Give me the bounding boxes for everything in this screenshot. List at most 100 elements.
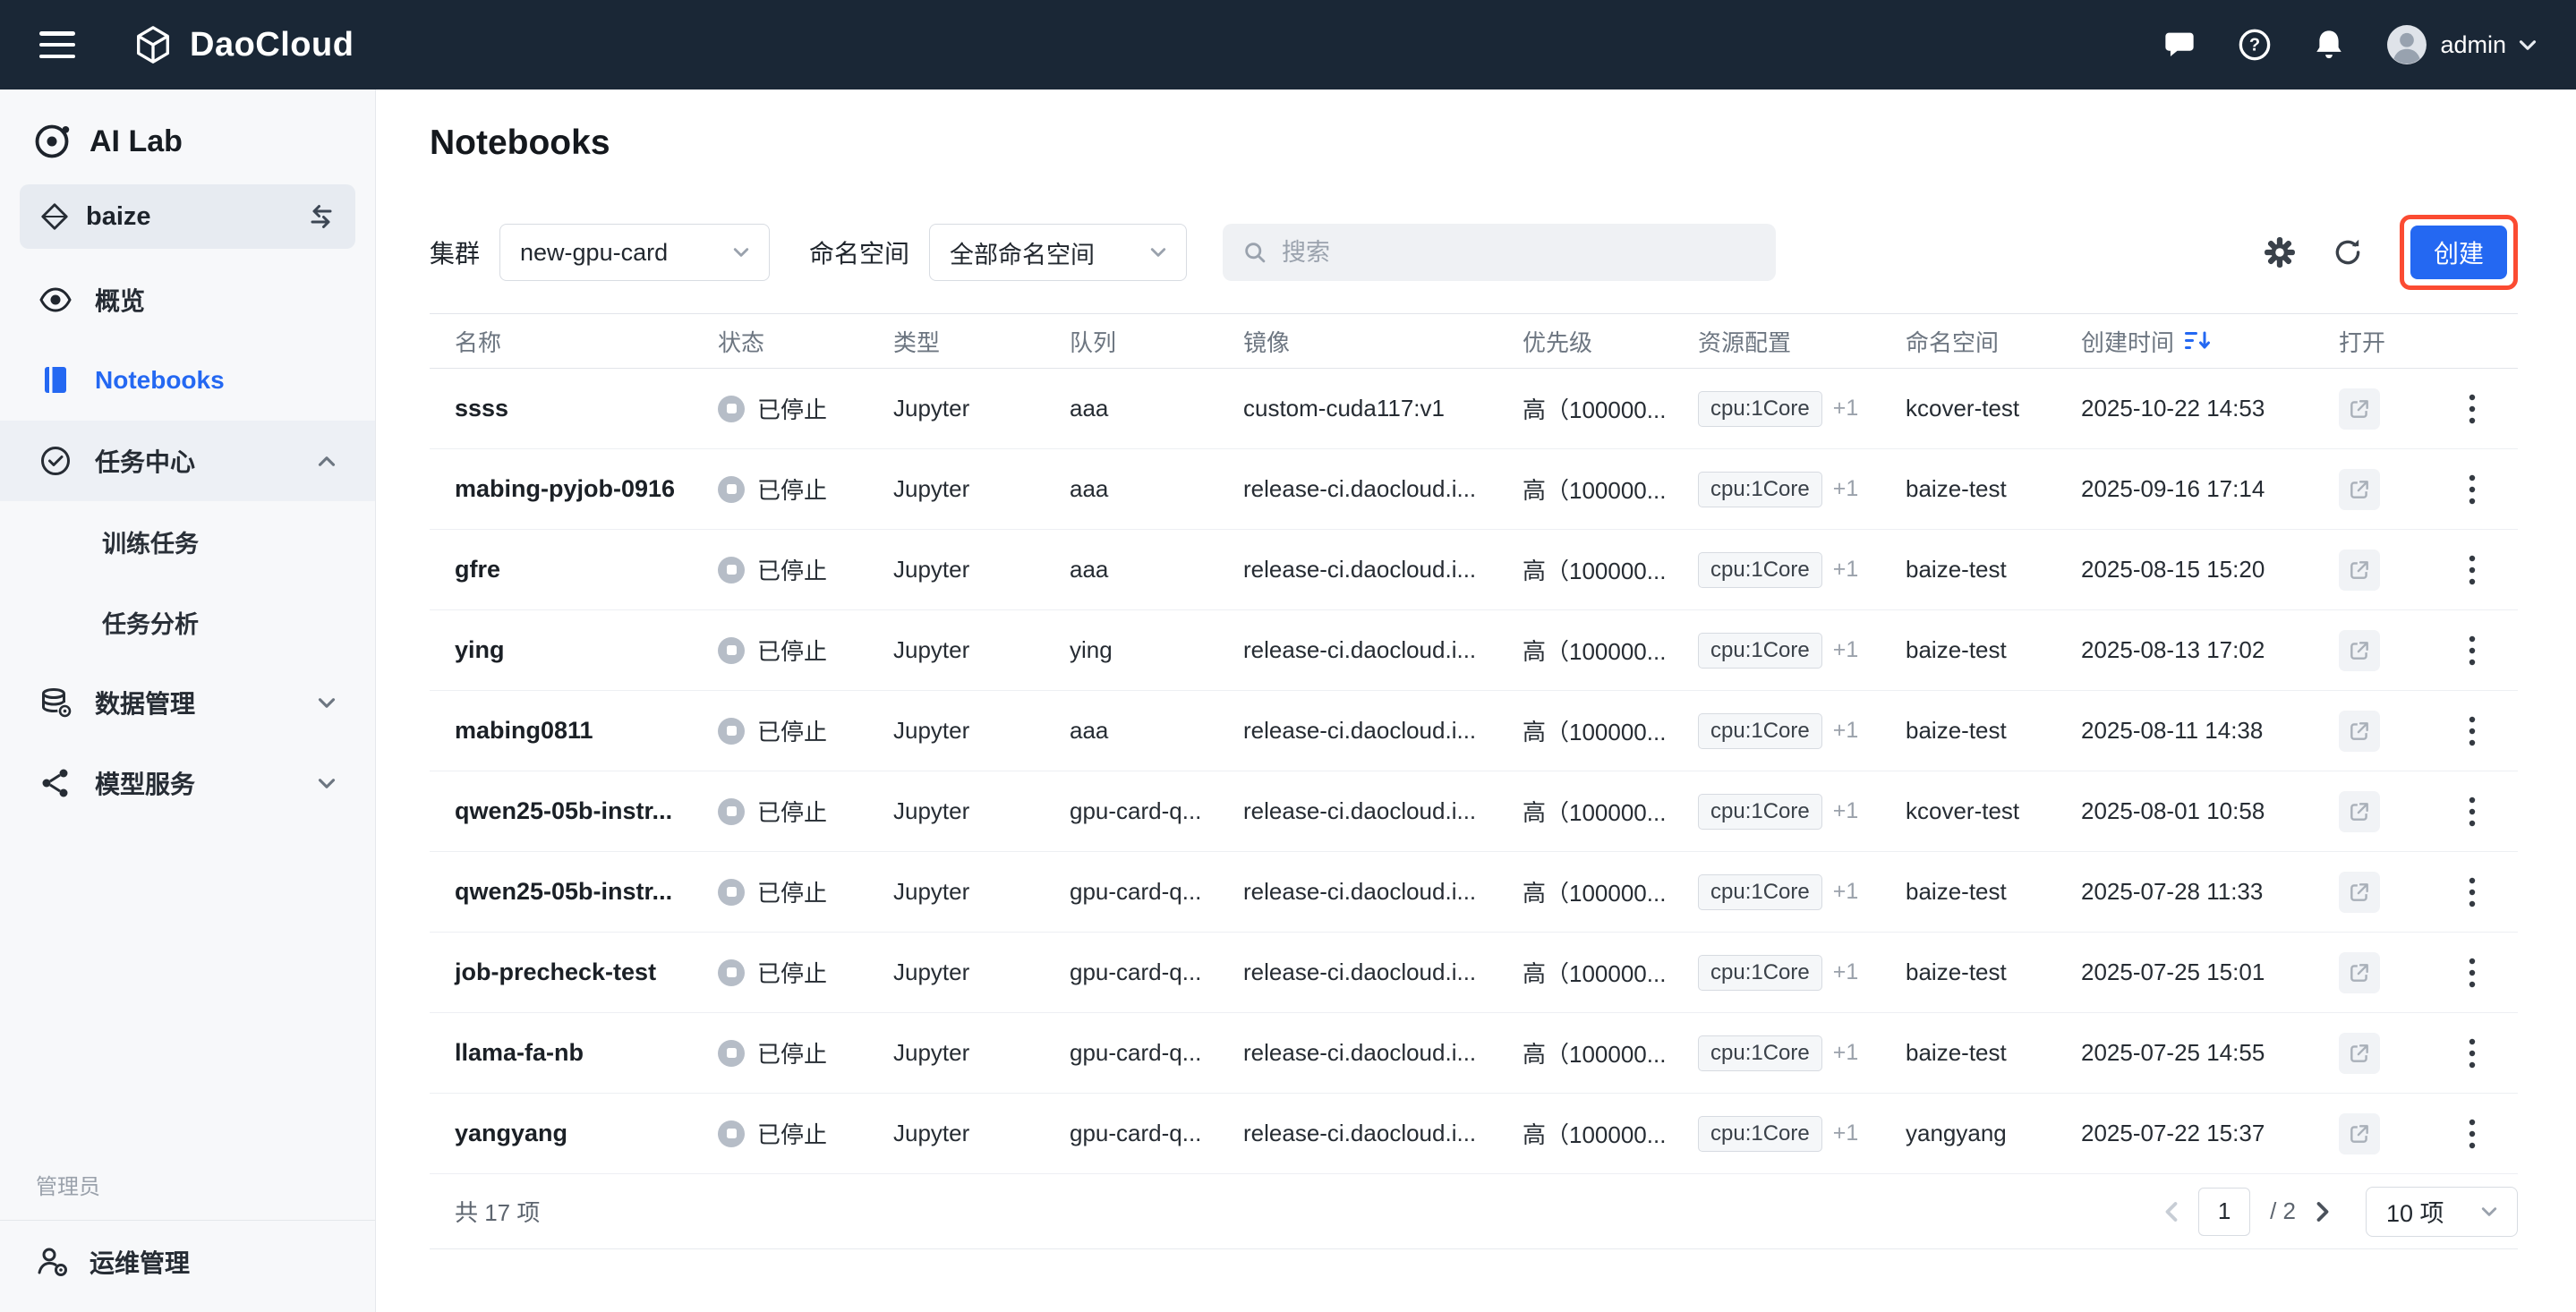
open-external-link-icon[interactable]	[2339, 630, 2380, 671]
stopped-status-icon	[718, 718, 745, 745]
cell-name: ssss	[430, 395, 718, 422]
stopped-status-icon	[718, 879, 745, 906]
next-page-icon[interactable]	[2316, 1201, 2330, 1223]
cell-resource: cpu:1Core +1	[1698, 472, 1906, 507]
table-row[interactable]: qwen25-05b-instr... 已停止 Jupyter gpu-card…	[430, 852, 2518, 933]
table-row[interactable]: yangyang 已停止 Jupyter gpu-card-q... relea…	[430, 1094, 2518, 1174]
open-external-link-icon[interactable]	[2339, 388, 2380, 430]
cell-name: qwen25-05b-instr...	[430, 797, 718, 825]
open-external-link-icon[interactable]	[2339, 1033, 2380, 1074]
sidebar-item-task-center[interactable]: 任务中心	[0, 421, 375, 501]
cell-name: mabing-pyjob-0916	[430, 475, 718, 503]
table-row[interactable]: gfre 已停止 Jupyter aaa release-ci.daocloud…	[430, 530, 2518, 610]
message-icon[interactable]	[2162, 30, 2196, 60]
prev-page-icon[interactable]	[2164, 1201, 2179, 1223]
open-external-link-icon[interactable]	[2339, 791, 2380, 832]
cell-priority: 高（100000...	[1523, 956, 1698, 989]
cell-name: llama-fa-nb	[430, 1039, 718, 1067]
table-row[interactable]: ssss 已停止 Jupyter aaa custom-cuda117:v1 高…	[430, 369, 2518, 449]
sidebar-item-notebooks[interactable]: Notebooks	[0, 340, 375, 421]
cell-type: Jupyter	[893, 717, 1070, 745]
help-icon[interactable]: ?	[2238, 28, 2272, 62]
col-header-name: 名称	[430, 325, 718, 358]
cell-open	[2339, 952, 2443, 993]
open-external-link-icon[interactable]	[2339, 952, 2380, 993]
user-menu[interactable]: admin	[2386, 24, 2537, 65]
page-number-input[interactable]	[2198, 1188, 2250, 1236]
sidebar-item-model-services[interactable]: 模型服务	[0, 743, 375, 823]
table-row[interactable]: llama-fa-nb 已停止 Jupyter gpu-card-q... re…	[430, 1013, 2518, 1094]
cell-resource: cpu:1Core +1	[1698, 955, 1906, 991]
cell-type: Jupyter	[893, 878, 1070, 906]
resource-more: +1	[1833, 476, 1859, 502]
cell-type: Jupyter	[893, 556, 1070, 584]
row-actions-kebab-icon[interactable]	[2463, 872, 2481, 913]
status-text: 已停止	[757, 392, 827, 425]
row-actions-kebab-icon[interactable]	[2463, 388, 2481, 430]
cell-open	[2339, 711, 2443, 752]
main-content: Notebooks 集群 new-gpu-card 命名空间 全部命名空间	[376, 89, 2576, 1312]
cell-actions	[2443, 388, 2518, 430]
cell-priority: 高（100000...	[1523, 714, 1698, 747]
table-row[interactable]: ying 已停止 Jupyter ying release-ci.daoclou…	[430, 610, 2518, 691]
switch-cluster-icon[interactable]	[307, 202, 336, 231]
chevron-down-icon	[733, 247, 749, 258]
table-row[interactable]: qwen25-05b-instr... 已停止 Jupyter gpu-card…	[430, 771, 2518, 852]
cell-created: 2025-07-28 11:33	[2081, 878, 2339, 906]
search-input[interactable]	[1282, 239, 1756, 267]
refresh-icon[interactable]	[2332, 236, 2364, 268]
cell-actions	[2443, 469, 2518, 510]
cell-created: 2025-08-13 17:02	[2081, 636, 2339, 664]
row-actions-kebab-icon[interactable]	[2463, 952, 2481, 993]
table-row[interactable]: mabing-pyjob-0916 已停止 Jupyter aaa releas…	[430, 449, 2518, 530]
cell-queue: aaa	[1070, 395, 1243, 422]
row-actions-kebab-icon[interactable]	[2463, 550, 2481, 591]
cell-open	[2339, 388, 2443, 430]
row-actions-kebab-icon[interactable]	[2463, 791, 2481, 832]
cell-name: ying	[430, 636, 718, 664]
cluster-switcher[interactable]: baize	[20, 184, 355, 249]
cell-open	[2339, 1113, 2443, 1154]
menu-icon[interactable]	[39, 31, 75, 58]
cell-actions	[2443, 872, 2518, 913]
create-button[interactable]: 创建	[2410, 226, 2507, 279]
open-external-link-icon[interactable]	[2339, 469, 2380, 510]
sidebar-item-overview[interactable]: 概览	[0, 260, 375, 340]
table-row[interactable]: mabing0811 已停止 Jupyter aaa release-ci.da…	[430, 691, 2518, 771]
cell-open	[2339, 791, 2443, 832]
sidebar-subitem-label: 任务分析	[102, 605, 199, 640]
resource-chip: cpu:1Core	[1698, 1116, 1822, 1152]
notification-bell-icon[interactable]	[2313, 28, 2345, 62]
chevron-up-icon	[318, 456, 336, 467]
sidebar-item-data-management[interactable]: 数据管理	[0, 662, 375, 743]
stopped-status-icon	[718, 476, 745, 503]
cluster-select[interactable]: new-gpu-card	[499, 224, 770, 281]
sort-descending-icon[interactable]	[2185, 330, 2212, 352]
cell-status: 已停止	[718, 875, 893, 908]
cell-created: 2025-08-01 10:58	[2081, 797, 2339, 825]
row-actions-kebab-icon[interactable]	[2463, 711, 2481, 752]
row-actions-kebab-icon[interactable]	[2463, 1113, 2481, 1154]
settings-gear-icon[interactable]	[2264, 236, 2296, 268]
open-external-link-icon[interactable]	[2339, 711, 2380, 752]
pagination: / 2 10 项	[2164, 1187, 2518, 1237]
open-external-link-icon[interactable]	[2339, 1113, 2380, 1154]
table-row[interactable]: job-precheck-test 已停止 Jupyter gpu-card-q…	[430, 933, 2518, 1013]
row-actions-kebab-icon[interactable]	[2463, 1033, 2481, 1074]
open-external-link-icon[interactable]	[2339, 872, 2380, 913]
namespace-select[interactable]: 全部命名空间	[929, 224, 1187, 281]
row-actions-kebab-icon[interactable]	[2463, 630, 2481, 671]
cell-actions	[2443, 791, 2518, 832]
open-external-link-icon[interactable]	[2339, 550, 2380, 591]
sidebar-item-task-analysis[interactable]: 任务分析	[0, 582, 375, 662]
sidebar-item-ops-management[interactable]: 运维管理	[0, 1221, 375, 1303]
resource-chip: cpu:1Core	[1698, 391, 1822, 427]
col-header-open: 打开	[2339, 325, 2443, 358]
brand-logo: DaoCloud	[132, 24, 354, 65]
row-actions-kebab-icon[interactable]	[2463, 469, 2481, 510]
cell-namespace: yangyang	[1906, 1120, 2081, 1147]
chevron-down-icon	[318, 697, 336, 709]
sidebar-item-training-tasks[interactable]: 训练任务	[0, 501, 375, 582]
page-size-select[interactable]: 10 项	[2366, 1187, 2518, 1237]
cell-namespace: baize-test	[1906, 475, 2081, 503]
